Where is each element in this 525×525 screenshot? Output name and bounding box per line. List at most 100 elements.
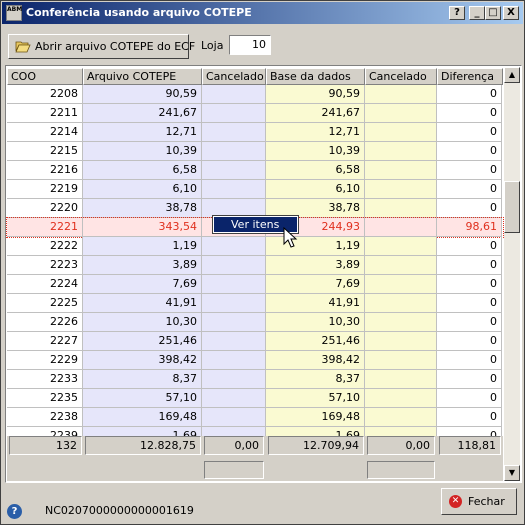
arquivo-cell: 7,69 (83, 275, 202, 294)
base-cell: 6,58 (266, 161, 365, 180)
table-row[interactable]: 2214 12,71 12,71 0 (7, 123, 503, 142)
grid-rows: 2208 90,59 90,59 0 2211 241,67 241,67 0 2214 12,7… (6, 85, 504, 482)
diferenca-cell: 0 (437, 370, 502, 389)
base-cell: 10,30 (266, 313, 365, 332)
coo-cell: 2225 (7, 294, 83, 313)
main-window: ABM Conferência usando arquivo COTEPE ? … (0, 0, 525, 525)
diferenca-cell: 0 (437, 123, 502, 142)
arquivo-cell: 3,89 (83, 256, 202, 275)
cancelado-2-cell (365, 199, 437, 218)
loja-label: Loja (201, 39, 224, 52)
open-cotepe-button[interactable]: Abrir arquivo COTEPE do ECF (8, 34, 195, 59)
diferenca-cell: 0 (437, 142, 502, 161)
cancelado-2-cell (365, 313, 437, 332)
diferenca-cell: 0 (437, 332, 502, 351)
table-row[interactable]: 2222 1,19 1,19 0 (7, 237, 503, 256)
cancelado-2-cell (365, 161, 437, 180)
scroll-down-button[interactable]: ▼ (504, 465, 520, 481)
coo-cell: 2223 (7, 256, 83, 275)
close-button[interactable]: ✕ Fechar (441, 488, 517, 515)
table-row[interactable]: 2216 6,58 6,58 0 (7, 161, 503, 180)
table-row[interactable]: 2235 57,10 57,10 0 (7, 389, 503, 408)
cancelado-2-cell (365, 218, 437, 237)
diferenca-cell: 0 (437, 104, 502, 123)
table-row[interactable]: 2211 241,67 241,67 0 (7, 104, 503, 123)
arquivo-cell: 10,39 (83, 142, 202, 161)
table-row[interactable]: 2219 6,10 6,10 0 (7, 180, 503, 199)
arquivo-cell: 343,54 (83, 218, 202, 237)
header-cancelado-2[interactable]: Cancelado (365, 68, 437, 85)
diferenca-cell: 0 (437, 389, 502, 408)
status-text: NC0207000000000001619 (45, 504, 194, 517)
diferenca-cell: 0 (437, 351, 502, 370)
close-window-button[interactable]: X (503, 6, 519, 20)
table-row[interactable]: 2215 10,39 10,39 0 (7, 142, 503, 161)
table-row[interactable]: 2238 169,48 169,48 0 (7, 408, 503, 427)
base-cell: 241,67 (266, 104, 365, 123)
table-row[interactable]: 2227 251,46 251,46 0 (7, 332, 503, 351)
arquivo-cell: 251,46 (83, 332, 202, 351)
maximize-button[interactable]: □ (485, 6, 501, 20)
coo-cell: 2214 (7, 123, 83, 142)
base-cell: 12,71 (266, 123, 365, 142)
minimize-button[interactable]: _ (469, 6, 485, 20)
total-cancelado-1: 0,00 (204, 436, 264, 455)
arquivo-cell: 57,10 (83, 389, 202, 408)
header-diferenca[interactable]: Diferença (437, 68, 503, 85)
totals-area: 132 12.828,75 0,00 12.709,94 0,00 118,81 (7, 436, 503, 481)
base-cell: 10,39 (266, 142, 365, 161)
coo-cell: 2226 (7, 313, 83, 332)
cancelado-1-cell (202, 313, 266, 332)
app-icon: ABM (6, 5, 22, 21)
arquivo-cell: 1,19 (83, 237, 202, 256)
title-bar[interactable]: ABM Conferência usando arquivo COTEPE ? … (2, 2, 523, 24)
diferenca-cell: 0 (437, 237, 502, 256)
coo-cell: 2222 (7, 237, 83, 256)
header-coo[interactable]: COO (7, 68, 83, 85)
cancelado-2-cell (365, 180, 437, 199)
cancelado-1-cell (202, 180, 266, 199)
header-base-dados[interactable]: Base da dados (266, 68, 365, 85)
coo-cell: 2238 (7, 408, 83, 427)
table-row[interactable]: 2224 7,69 7,69 0 (7, 275, 503, 294)
arquivo-cell: 90,59 (83, 85, 202, 104)
cancelado-2-cell (365, 389, 437, 408)
table-row[interactable]: 2223 3,89 3,89 0 (7, 256, 503, 275)
base-cell: 57,10 (266, 389, 365, 408)
table-row[interactable]: 2208 90,59 90,59 0 (7, 85, 503, 104)
cancelado-1-cell (202, 104, 266, 123)
help-title-button[interactable]: ? (449, 6, 465, 20)
table-row[interactable]: 2229 398,42 398,42 0 (7, 351, 503, 370)
arquivo-cell: 169,48 (83, 408, 202, 427)
help-icon[interactable]: ? (7, 504, 22, 519)
coo-cell: 2235 (7, 389, 83, 408)
diferenca-cell: 0 (437, 256, 502, 275)
coo-cell: 2233 (7, 370, 83, 389)
scroll-thumb[interactable] (504, 181, 520, 233)
loja-input[interactable]: 10 (229, 35, 271, 55)
coo-cell: 2227 (7, 332, 83, 351)
table-row[interactable]: 2226 10,30 10,30 0 (7, 313, 503, 332)
cancelado-1-cell (202, 275, 266, 294)
diferenca-cell: 0 (437, 199, 502, 218)
total-arquivo: 12.828,75 (85, 436, 201, 455)
subtotal-cancelado-2 (367, 461, 435, 479)
scroll-up-button[interactable]: ▲ (504, 67, 520, 83)
base-cell: 8,37 (266, 370, 365, 389)
coo-cell: 2215 (7, 142, 83, 161)
table-row[interactable]: 2225 41,91 41,91 0 (7, 294, 503, 313)
cancelado-2-cell (365, 123, 437, 142)
header-cancelado-1[interactable]: Cancelado (202, 68, 266, 85)
base-cell: 1,19 (266, 237, 365, 256)
arquivo-cell: 38,78 (83, 199, 202, 218)
mouse-cursor-icon (283, 227, 298, 248)
table-row[interactable]: 2233 8,37 8,37 0 (7, 370, 503, 389)
header-arquivo-cotepe[interactable]: Arquivo COTEPE (83, 68, 202, 85)
comparison-grid: COO Arquivo COTEPE Cancelado Base da dad… (5, 65, 522, 483)
window-title: Conferência usando arquivo COTEPE (26, 6, 252, 19)
cancelado-2-cell (365, 370, 437, 389)
vertical-scrollbar[interactable]: ▲ ▼ (504, 67, 520, 481)
folder-open-icon (15, 41, 31, 53)
cancelado-2-cell (365, 256, 437, 275)
total-diferenca: 118,81 (439, 436, 501, 455)
